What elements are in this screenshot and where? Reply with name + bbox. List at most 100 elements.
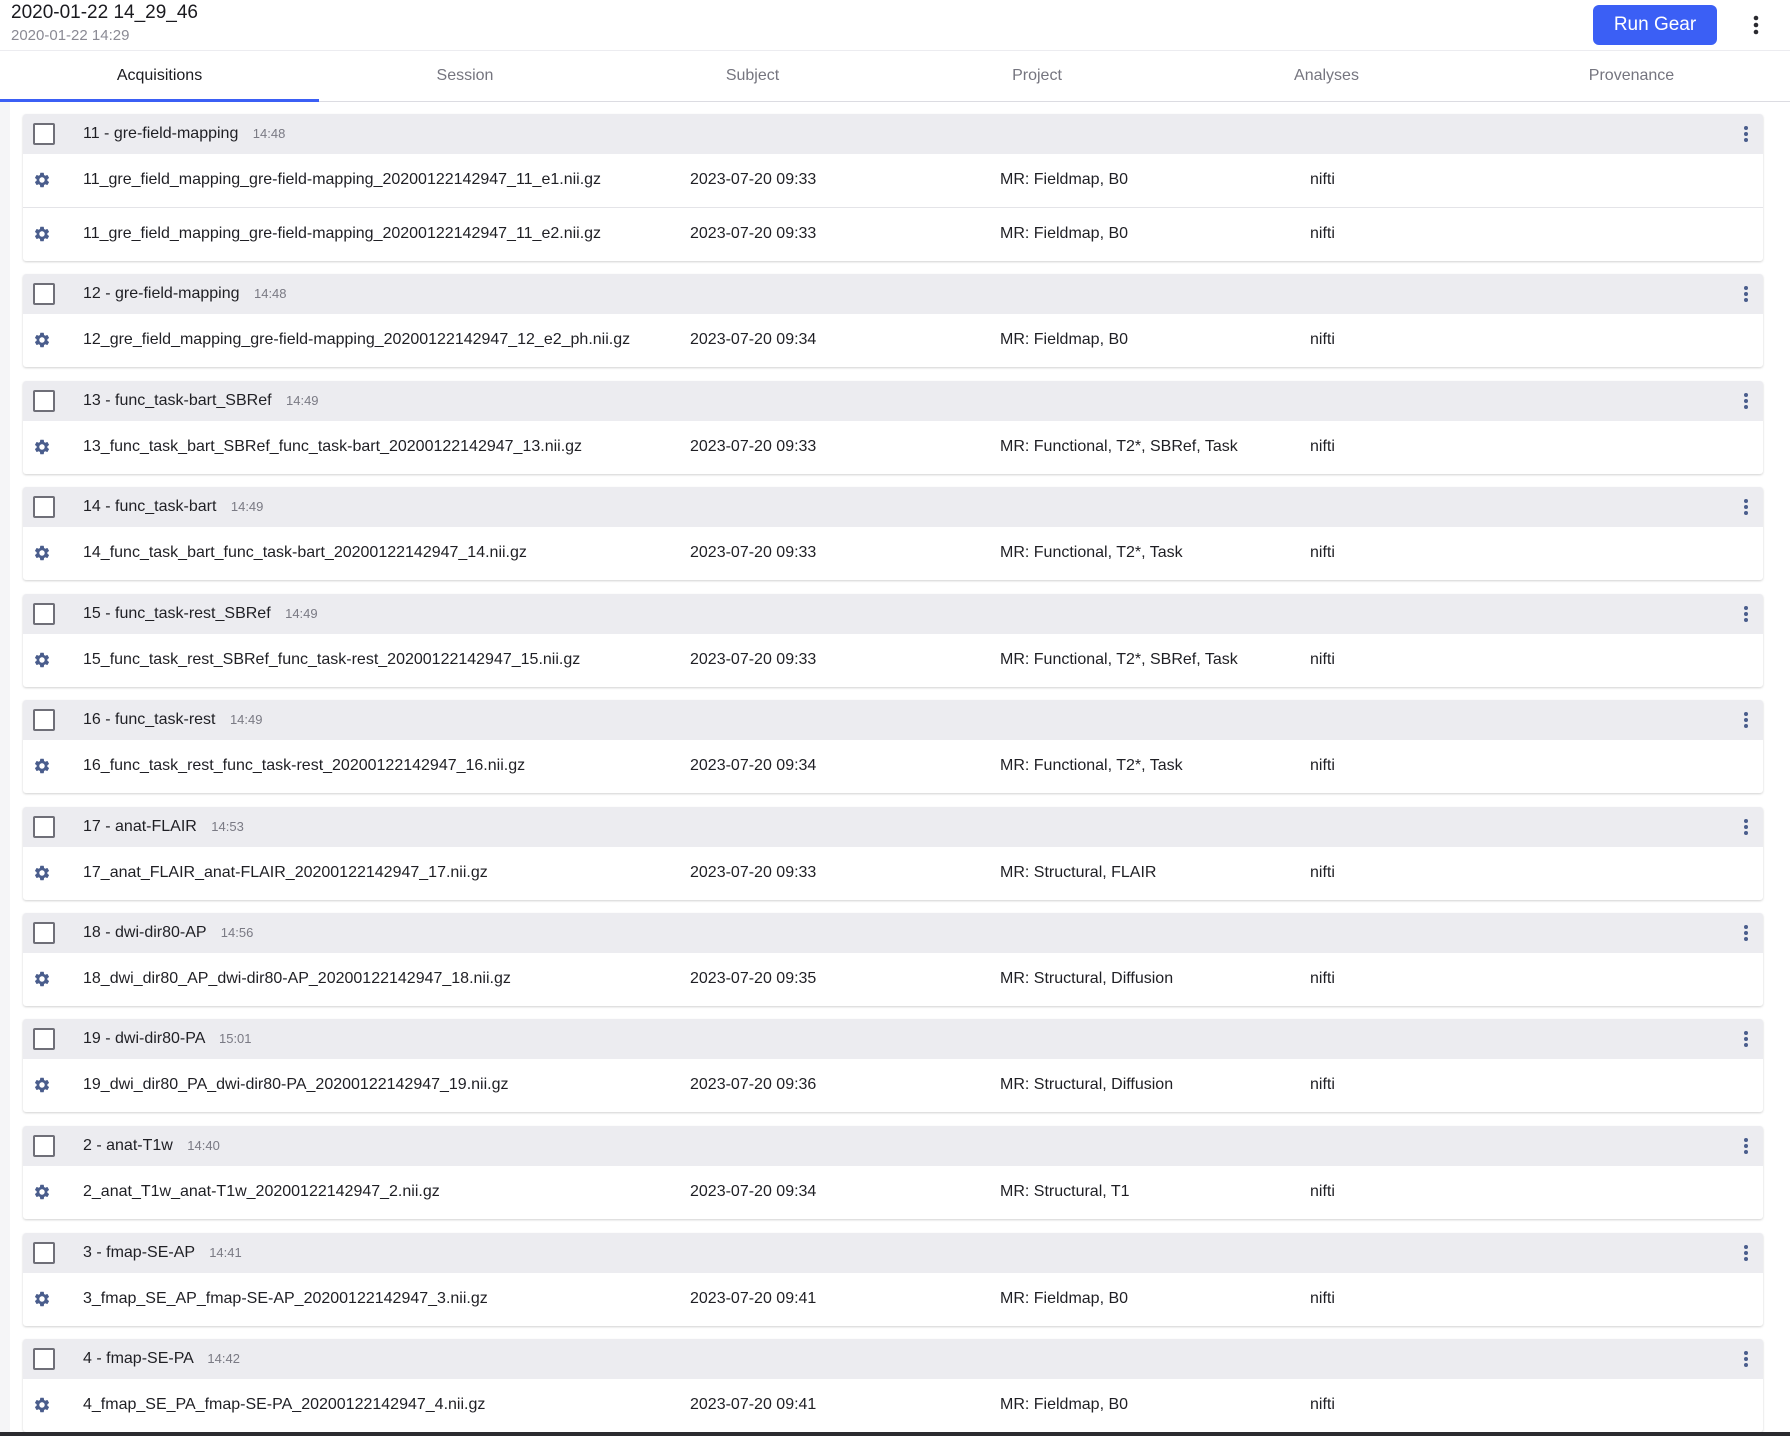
more-vertical-icon[interactable] [1739, 1348, 1753, 1370]
more-vertical-icon[interactable] [1739, 709, 1753, 731]
file-row[interactable]: 15_func_task_rest_SBRef_func_task-rest_2… [23, 634, 1763, 687]
select-checkbox[interactable] [33, 123, 55, 145]
more-vertical-icon[interactable] [1739, 1135, 1753, 1157]
gear-icon[interactable] [33, 1396, 51, 1414]
more-vertical-icon[interactable] [1744, 12, 1768, 38]
gear-icon[interactable] [33, 651, 51, 669]
select-checkbox[interactable] [33, 922, 55, 944]
file-name[interactable]: 12_gre_field_mapping_gre-field-mapping_2… [83, 314, 630, 366]
more-vertical-icon[interactable] [1739, 1242, 1753, 1264]
file-classification: MR: Fieldmap, B0 [1000, 331, 1129, 348]
file-date: 2023-07-20 09:33 [690, 171, 817, 188]
file-type: nifti [1310, 544, 1335, 561]
acquisition-name-wrap: 4 - fmap-SE-PA 14:42 [83, 1350, 240, 1368]
file-row[interactable]: 17_anat_FLAIR_anat-FLAIR_20200122142947_… [23, 847, 1763, 900]
file-name[interactable]: 4_fmap_SE_PA_fmap-SE-PA_20200122142947_4… [83, 1379, 485, 1431]
more-vertical-icon[interactable] [1739, 922, 1753, 944]
more-vertical-icon[interactable] [1739, 1028, 1753, 1050]
file-row[interactable]: 4_fmap_SE_PA_fmap-SE-PA_20200122142947_4… [23, 1379, 1763, 1432]
gear-icon[interactable] [33, 438, 51, 456]
file-name[interactable]: 11_gre_field_mapping_gre-field-mapping_2… [83, 154, 601, 206]
gear-icon[interactable] [33, 970, 51, 988]
acquisition-name-wrap: 16 - func_task-rest 14:49 [83, 711, 263, 729]
file-row[interactable]: 19_dwi_dir80_PA_dwi-dir80-PA_20200122142… [23, 1059, 1763, 1112]
tab-analyses[interactable]: Analyses [1180, 51, 1473, 101]
session-timestamp: 2020-01-22 14:29 [11, 27, 130, 44]
file-name[interactable]: 14_func_task_bart_func_task-bart_2020012… [83, 527, 527, 579]
acquisition-name[interactable]: 16 - func_task-rest [83, 711, 216, 728]
file-row[interactable]: 12_gre_field_mapping_gre-field-mapping_2… [23, 314, 1763, 367]
tab-session[interactable]: Session [319, 51, 611, 101]
acquisition-header: 2 - anat-T1w 14:40 [23, 1126, 1763, 1166]
gear-icon[interactable] [33, 331, 51, 349]
select-checkbox[interactable] [33, 1028, 55, 1050]
acquisition-name[interactable]: 14 - func_task-bart [83, 498, 216, 515]
file-name[interactable]: 2_anat_T1w_anat-T1w_20200122142947_2.nii… [83, 1166, 440, 1218]
more-vertical-icon[interactable] [1739, 123, 1753, 145]
acquisition-name[interactable]: 18 - dwi-dir80-AP [83, 924, 206, 941]
file-name[interactable]: 11_gre_field_mapping_gre-field-mapping_2… [83, 208, 601, 260]
select-checkbox[interactable] [33, 283, 55, 305]
acquisition-name[interactable]: 12 - gre-field-mapping [83, 285, 240, 302]
file-type: nifti [1310, 171, 1335, 188]
file-row[interactable]: 13_func_task_bart_SBRef_func_task-bart_2… [23, 421, 1763, 474]
file-classification: MR: Structural, FLAIR [1000, 864, 1157, 881]
select-checkbox[interactable] [33, 1135, 55, 1157]
select-checkbox[interactable] [33, 709, 55, 731]
acquisition-time: 14:53 [211, 819, 244, 834]
file-name[interactable]: 19_dwi_dir80_PA_dwi-dir80-PA_20200122142… [83, 1059, 509, 1111]
select-checkbox[interactable] [33, 1242, 55, 1264]
file-row[interactable]: 14_func_task_bart_func_task-bart_2020012… [23, 527, 1763, 580]
acquisition-name[interactable]: 4 - fmap-SE-PA [83, 1350, 193, 1367]
file-row[interactable]: 16_func_task_rest_func_task-rest_2020012… [23, 740, 1763, 793]
file-row[interactable]: 11_gre_field_mapping_gre-field-mapping_2… [23, 207, 1763, 261]
gear-icon[interactable] [33, 757, 51, 775]
tab-provenance[interactable]: Provenance [1473, 51, 1790, 101]
acquisition-name[interactable]: 11 - gre-field-mapping [83, 125, 238, 142]
gear-icon[interactable] [33, 864, 51, 882]
acquisition-name[interactable]: 2 - anat-T1w [83, 1137, 173, 1154]
select-checkbox[interactable] [33, 496, 55, 518]
acquisition-name-wrap: 14 - func_task-bart 14:49 [83, 498, 263, 516]
more-vertical-icon[interactable] [1739, 283, 1753, 305]
acquisition-name[interactable]: 3 - fmap-SE-AP [83, 1244, 195, 1261]
file-row[interactable]: 18_dwi_dir80_AP_dwi-dir80-AP_20200122142… [23, 953, 1763, 1006]
file-name[interactable]: 3_fmap_SE_AP_fmap-SE-AP_20200122142947_3… [83, 1273, 488, 1325]
select-checkbox[interactable] [33, 1348, 55, 1370]
select-checkbox[interactable] [33, 603, 55, 625]
file-classification: MR: Structural, Diffusion [1000, 970, 1174, 987]
tab-acquisitions[interactable]: Acquisitions [0, 51, 319, 102]
acquisition-time: 14:49 [285, 606, 318, 621]
run-gear-button[interactable]: Run Gear [1593, 5, 1717, 45]
file-name[interactable]: 13_func_task_bart_SBRef_func_task-bart_2… [83, 421, 582, 473]
more-vertical-icon[interactable] [1739, 603, 1753, 625]
gear-icon[interactable] [33, 1290, 51, 1308]
acquisition-header: 17 - anat-FLAIR 14:53 [23, 807, 1763, 847]
more-vertical-icon[interactable] [1739, 390, 1753, 412]
file-name[interactable]: 17_anat_FLAIR_anat-FLAIR_20200122142947_… [83, 847, 488, 899]
tab-subject[interactable]: Subject [611, 51, 894, 101]
tab-project[interactable]: Project [894, 51, 1180, 101]
gear-icon[interactable] [33, 544, 51, 562]
acquisition-name[interactable]: 15 - func_task-rest_SBRef [83, 605, 271, 622]
file-classification: MR: Functional, T2*, SBRef, Task [1000, 438, 1238, 455]
gear-icon[interactable] [33, 171, 51, 189]
acquisition-name[interactable]: 13 - func_task-bart_SBRef [83, 392, 272, 409]
select-checkbox[interactable] [33, 816, 55, 838]
file-name[interactable]: 18_dwi_dir80_AP_dwi-dir80-AP_20200122142… [83, 953, 511, 1005]
file-row[interactable]: 2_anat_T1w_anat-T1w_20200122142947_2.nii… [23, 1166, 1763, 1219]
select-checkbox[interactable] [33, 390, 55, 412]
file-type: nifti [1310, 970, 1335, 987]
more-vertical-icon[interactable] [1739, 496, 1753, 518]
file-row[interactable]: 11_gre_field_mapping_gre-field-mapping_2… [23, 154, 1763, 207]
file-row[interactable]: 3_fmap_SE_AP_fmap-SE-AP_20200122142947_3… [23, 1273, 1763, 1326]
file-name[interactable]: 15_func_task_rest_SBRef_func_task-rest_2… [83, 634, 580, 686]
gear-icon[interactable] [33, 225, 51, 243]
gear-icon[interactable] [33, 1076, 51, 1094]
acquisition-name[interactable]: 17 - anat-FLAIR [83, 818, 197, 835]
more-vertical-icon[interactable] [1739, 816, 1753, 838]
file-name[interactable]: 16_func_task_rest_func_task-rest_2020012… [83, 740, 525, 792]
acquisition-name[interactable]: 19 - dwi-dir80-PA [83, 1030, 205, 1047]
session-title: 2020-01-22 14_29_46 [11, 2, 199, 23]
gear-icon[interactable] [33, 1183, 51, 1201]
